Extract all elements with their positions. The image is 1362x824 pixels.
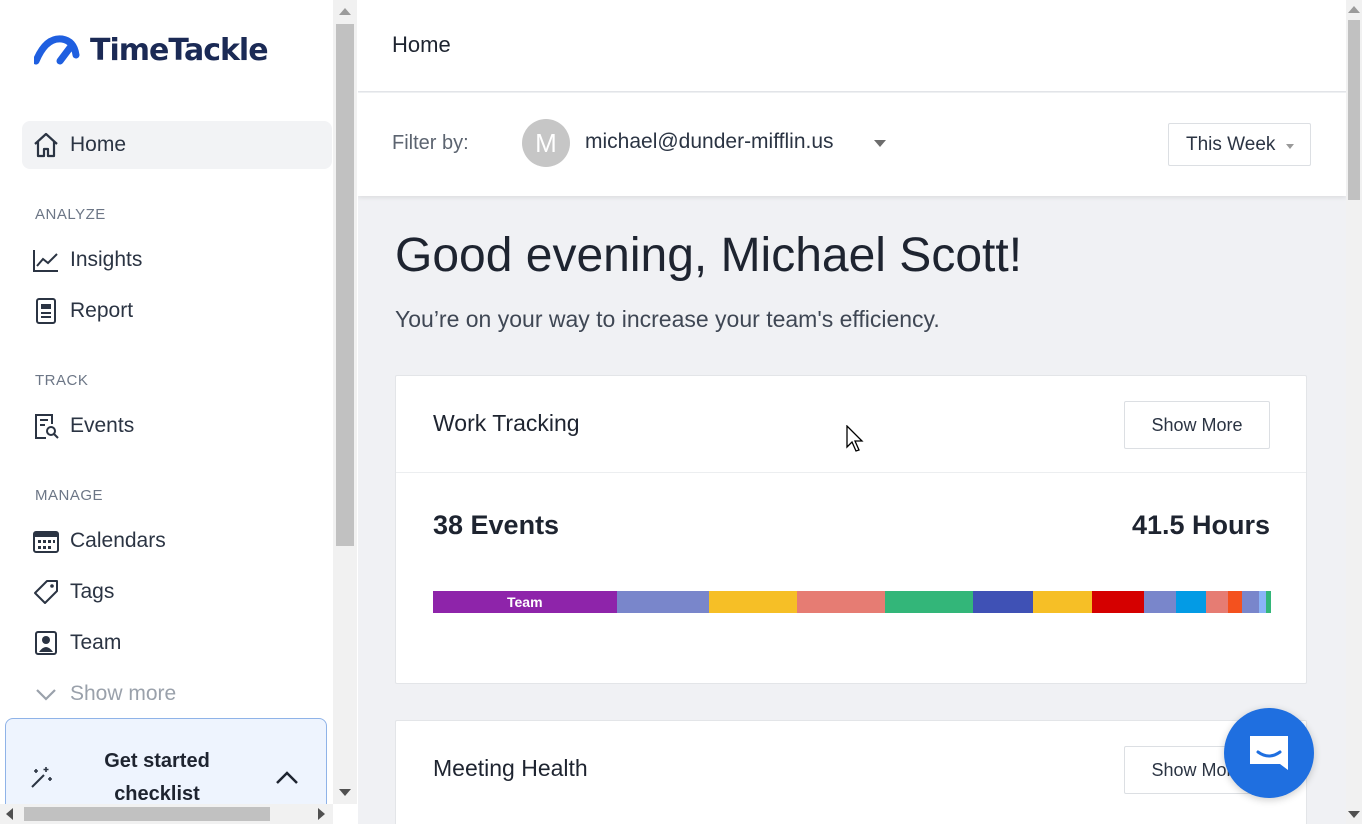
logo-text: TimeTackle — [90, 32, 269, 68]
scroll-down-arrow-icon[interactable] — [1348, 811, 1360, 818]
scroll-right-arrow-icon[interactable] — [318, 808, 325, 820]
calendar-icon — [32, 527, 60, 555]
events-count: 38 Events — [433, 510, 560, 540]
scroll-down-arrow-icon[interactable] — [339, 789, 351, 796]
tag-segment[interactable] — [1176, 591, 1207, 613]
team-icon — [32, 629, 60, 657]
tag-segment[interactable] — [1242, 591, 1260, 613]
sidebar-item-label: Team — [70, 631, 122, 654]
chevron-down-icon — [32, 680, 60, 708]
scrollbar-thumb[interactable] — [24, 807, 270, 821]
report-icon — [32, 297, 60, 325]
meeting-health-card: Meeting Health Show More — [395, 720, 1307, 824]
section-label-analyze: ANALYZE — [35, 206, 106, 223]
tag-segment[interactable]: Team — [433, 591, 617, 613]
tag-segment[interactable] — [796, 591, 885, 613]
sidebar-item-insights[interactable]: Insights — [22, 236, 332, 284]
card-title: Meeting Health — [433, 755, 588, 781]
sidebar-item-calendars[interactable]: Calendars — [22, 517, 332, 565]
card-title: Work Tracking — [433, 410, 580, 436]
period-select[interactable]: This Week — [1168, 123, 1311, 166]
card-header: Meeting Health Show More — [396, 721, 1306, 818]
get-started-checklist[interactable]: Get started checklist — [5, 718, 327, 804]
sidebar-item-label: Show more — [70, 682, 177, 705]
tag-distribution-bar: Team — [433, 591, 1271, 613]
scrollbar-thumb[interactable] — [1348, 20, 1360, 200]
events-search-icon — [32, 412, 60, 440]
user-filter-select[interactable]: michael@dunder-mifflin.us — [585, 130, 834, 154]
caret-down-icon — [1286, 144, 1294, 149]
sidebar-item-label: Insights — [70, 248, 143, 271]
work-tracking-card: Work Tracking Show More 38 Events 41.5 H… — [395, 375, 1307, 684]
scroll-up-arrow-icon[interactable] — [1348, 6, 1360, 13]
sidebar-item-team[interactable]: Team — [22, 619, 332, 667]
period-select-value: This Week — [1186, 133, 1276, 155]
magic-wand-icon — [31, 767, 52, 788]
caret-down-icon[interactable] — [874, 140, 886, 147]
tag-segment[interactable] — [1032, 591, 1092, 613]
tag-segment[interactable] — [616, 591, 709, 613]
filter-label: Filter by: — [392, 132, 469, 154]
tag-segment[interactable] — [1228, 591, 1243, 613]
show-more-button[interactable]: Show More — [1124, 401, 1270, 449]
greeting-subtitle: You’re on your way to increase your team… — [395, 306, 940, 332]
sidebar: TimeTackle Home ANALYZE Insights Report … — [0, 0, 333, 804]
tag-segment[interactable] — [972, 591, 1033, 613]
main-content: Home Filter by: M michael@dunder-mifflin… — [358, 0, 1346, 824]
section-label-manage: MANAGE — [35, 487, 104, 504]
sidebar-item-label: Report — [70, 299, 134, 322]
tag-segment[interactable] — [1265, 591, 1271, 613]
sidebar-item-label: Home — [70, 133, 127, 156]
main-vertical-scrollbar[interactable] — [1346, 0, 1362, 824]
sidebar-item-label: Tags — [70, 580, 115, 603]
chat-launcher-button[interactable] — [1224, 708, 1314, 798]
scroll-left-arrow-icon[interactable] — [6, 808, 13, 820]
checklist-label: Get started checklist — [104, 750, 210, 804]
tag-segment[interactable] — [884, 591, 973, 613]
filter-bar: Filter by: M michael@dunder-mifflin.us T… — [358, 93, 1346, 196]
scrollbar-thumb[interactable] — [336, 24, 354, 546]
tag-segment[interactable] — [1143, 591, 1177, 613]
tag-segment[interactable] — [1206, 591, 1229, 613]
sidebar-vertical-scrollbar[interactable] — [333, 0, 357, 804]
timetackle-logo-icon — [34, 35, 80, 65]
hours-total: 41.5 Hours — [1131, 510, 1270, 540]
sidebar-horizontal-scrollbar[interactable] — [0, 804, 333, 824]
sidebar-item-tags[interactable]: Tags — [22, 568, 332, 616]
line-chart-icon — [32, 246, 60, 274]
greeting-title: Good evening, Michael Scott! — [395, 229, 1023, 282]
chat-icon — [1250, 736, 1288, 770]
sidebar-item-label: Calendars — [70, 529, 166, 552]
tag-segment[interactable] — [1091, 591, 1144, 613]
mouse-cursor-icon — [846, 425, 864, 452]
scroll-up-arrow-icon[interactable] — [339, 8, 351, 15]
tag-segment[interactable] — [1259, 591, 1266, 613]
chevron-up-icon[interactable] — [272, 767, 302, 787]
section-label-track: TRACK — [35, 372, 89, 389]
home-icon — [32, 131, 60, 159]
page-header: Home — [358, 0, 1346, 92]
avatar[interactable]: M — [522, 119, 570, 167]
sidebar-show-more[interactable]: Show more — [22, 670, 332, 718]
sidebar-item-report[interactable]: Report — [22, 287, 332, 335]
page-title: Home — [392, 32, 451, 57]
tag-segment[interactable] — [708, 591, 797, 613]
sidebar-item-label: Events — [70, 414, 135, 437]
sidebar-item-events[interactable]: Events — [22, 402, 332, 450]
tag-icon — [32, 578, 60, 606]
sidebar-item-home[interactable]: Home — [22, 121, 332, 169]
app-window: TimeTackle Home ANALYZE Insights Report … — [0, 0, 1362, 824]
logo[interactable]: TimeTackle — [34, 30, 269, 70]
